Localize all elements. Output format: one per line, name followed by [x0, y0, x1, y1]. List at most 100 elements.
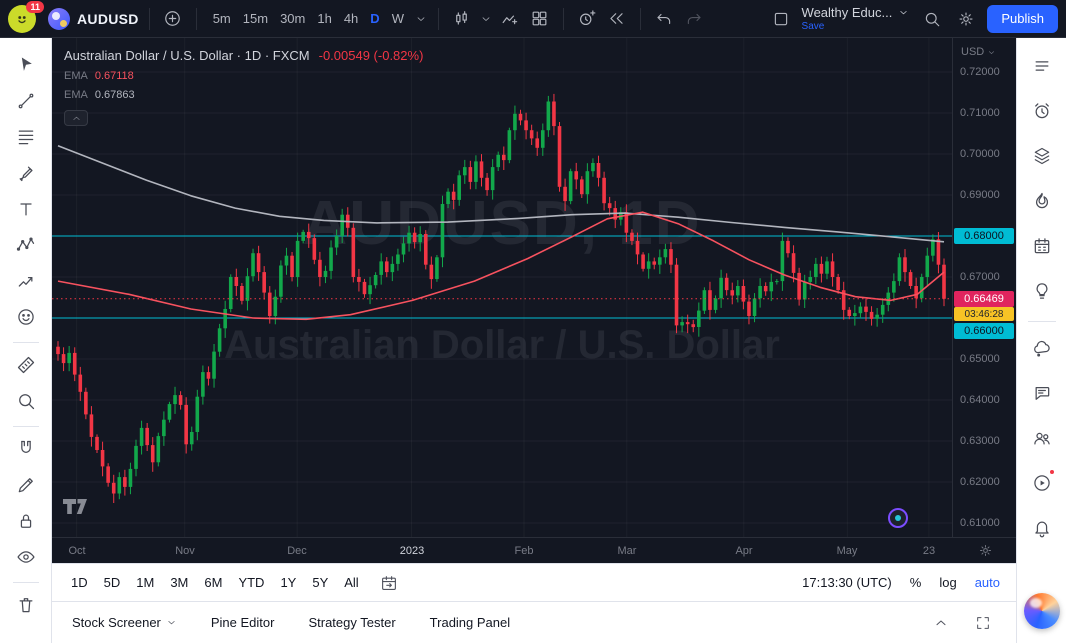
chart-style-chevron[interactable] — [479, 5, 493, 33]
search-button[interactable] — [919, 5, 945, 33]
add-symbol-button[interactable] — [160, 5, 186, 33]
panel-tab-pine-editor[interactable]: Pine Editor — [211, 615, 275, 630]
range-3m-button[interactable]: 3M — [163, 572, 195, 593]
range-ytd-button[interactable]: YTD — [231, 572, 271, 593]
edit-tool-icon[interactable] — [9, 468, 43, 502]
timeframe-15m-button[interactable]: 15m — [237, 8, 274, 29]
goto-date-icon[interactable] — [380, 574, 398, 592]
fib-retracement-tool-icon[interactable] — [9, 120, 43, 154]
publish-button[interactable]: Publish — [987, 4, 1058, 33]
zoom-tool-icon[interactable] — [9, 384, 43, 418]
calendar-icon[interactable] — [1022, 226, 1062, 266]
panel-tab-strategy-tester[interactable]: Strategy Tester — [308, 615, 395, 630]
redo-button[interactable] — [681, 5, 707, 33]
indicator-label: EMA — [64, 89, 88, 101]
settings-button[interactable] — [953, 5, 979, 33]
range-all-button[interactable]: All — [337, 572, 365, 593]
legend-collapse-button[interactable] — [64, 110, 88, 126]
axis-currency[interactable]: USD — [961, 46, 996, 58]
timeframe-w-button[interactable]: W — [386, 8, 410, 29]
chart-pane[interactable]: AUDUSD, 1D Australian Dollar / U.S. Doll… — [52, 38, 952, 537]
streams-icon[interactable] — [1022, 463, 1062, 503]
assistant-sphere-button[interactable] — [1024, 593, 1060, 629]
percent-scale-button[interactable]: % — [910, 575, 922, 590]
range-6m-button[interactable]: 6M — [197, 572, 229, 593]
last-price-label: 0.66469 — [954, 290, 1014, 307]
auto-scale-button[interactable]: auto — [975, 575, 1000, 590]
bottom-panel-bar: Stock Screener Pine Editor Strategy Tester… — [52, 601, 1016, 643]
bar-replay-button[interactable] — [604, 5, 630, 33]
xabcd-pattern-tool-icon[interactable] — [9, 228, 43, 262]
price-level-label[interactable]: 0.68000 — [954, 228, 1014, 245]
chevron-up-icon — [71, 113, 82, 124]
forecast-tool-icon[interactable] — [9, 264, 43, 298]
timeframe-5m-button[interactable]: 5m — [207, 8, 237, 29]
emoji-tool-icon[interactable] — [9, 300, 43, 334]
save-button[interactable]: Save — [802, 21, 910, 32]
indicators-button[interactable] — [497, 5, 523, 33]
range-1y-button[interactable]: 1Y — [273, 572, 303, 593]
axis-currency-label: USD — [961, 46, 985, 58]
people-icon[interactable] — [1022, 418, 1062, 458]
ema-legend-row[interactable]: EMA 0.67863 — [64, 89, 423, 101]
text-tool-icon[interactable] — [9, 192, 43, 226]
minds-icon[interactable] — [1022, 328, 1062, 368]
range-1d-button[interactable]: 1D — [64, 572, 95, 593]
user-avatar[interactable]: 11 — [8, 0, 44, 33]
measure-tool-icon[interactable] — [9, 348, 43, 382]
trend-line-tool-icon[interactable] — [9, 84, 43, 118]
create-alert-button[interactable] — [574, 5, 600, 33]
layout-icon[interactable] — [768, 5, 794, 33]
notifications-icon[interactable] — [1022, 508, 1062, 548]
chart-style-button[interactable] — [449, 5, 475, 33]
range-5y-button[interactable]: 5Y — [305, 572, 335, 593]
eye-tool-icon[interactable] — [9, 540, 43, 574]
sidebar-separator — [1027, 321, 1056, 322]
log-scale-button[interactable]: log — [939, 575, 956, 590]
ema-legend-row[interactable]: EMA 0.67118 — [64, 70, 423, 82]
layout-switcher[interactable]: Wealthy Educ... Save — [802, 5, 910, 32]
price-change: -0.00549 (-0.82%) — [318, 48, 424, 63]
panel-tab-trading-panel[interactable]: Trading Panel — [430, 615, 510, 630]
price-tick: 0.61000 — [960, 517, 1000, 530]
trash-tool-icon[interactable] — [9, 588, 43, 622]
tradingview-logo[interactable] — [62, 498, 90, 515]
magnet-tool-icon[interactable] — [9, 432, 43, 466]
price-level-label[interactable]: 0.66000 — [954, 323, 1014, 340]
timeframe-4h-button[interactable]: 4h — [338, 8, 364, 29]
time-axis[interactable]: Oct Nov Dec 2023 Feb Mar Apr May 23 — [52, 537, 1016, 563]
ideas-icon[interactable] — [1022, 271, 1062, 311]
hotlists-icon[interactable] — [1022, 181, 1062, 221]
indicator-value: 0.67118 — [94, 70, 134, 82]
price-tick: 0.62000 — [960, 476, 1000, 489]
layout-templates-button[interactable] — [527, 5, 553, 33]
panel-tab-stock-screener[interactable]: Stock Screener — [72, 615, 177, 630]
utc-clock[interactable]: 17:13:30 (UTC) — [802, 575, 892, 590]
symbol-switcher[interactable]: AUDUSD — [48, 7, 139, 30]
news-icon[interactable] — [1022, 136, 1062, 176]
panel-expand-chevron[interactable] — [928, 609, 954, 637]
indicator-legend: EMA 0.67118 EMA 0.67863 — [64, 70, 423, 101]
symbol-title[interactable]: Australian Dollar / U.S. Dollar · 1D · F… — [64, 48, 310, 63]
price-tick: 0.67000 — [960, 271, 1000, 284]
tradingview-app: 11 AUDUSD 5m 15m 30m 1h 4h D W Wealthy Educ... — [0, 0, 1066, 643]
right-sidebar — [1016, 38, 1066, 643]
range-1m-button[interactable]: 1M — [129, 572, 161, 593]
timeframe-1h-button[interactable]: 1h — [311, 8, 337, 29]
divider — [195, 7, 197, 30]
panel-maximize-icon[interactable] — [970, 609, 996, 637]
timeframe-30m-button[interactable]: 30m — [274, 8, 311, 29]
price-axis[interactable]: USD 0.72000 0.71000 0.70000 0.69000 0.67000 0… — [952, 38, 1016, 537]
lock-tool-icon[interactable] — [9, 504, 43, 538]
brush-tool-icon[interactable] — [9, 156, 43, 190]
chat-icon[interactable] — [1022, 373, 1062, 413]
chart-badge[interactable] — [888, 508, 908, 528]
cursor-tool-icon[interactable] — [9, 48, 43, 82]
alerts-icon[interactable] — [1022, 91, 1062, 131]
timeframe-d-button[interactable]: D — [364, 8, 385, 29]
range-5d-button[interactable]: 5D — [97, 572, 128, 593]
timeframe-menu-chevron[interactable] — [414, 5, 428, 33]
watchlist-icon[interactable] — [1022, 46, 1062, 86]
undo-button[interactable] — [651, 5, 677, 33]
axis-settings-gear[interactable] — [970, 543, 1000, 558]
